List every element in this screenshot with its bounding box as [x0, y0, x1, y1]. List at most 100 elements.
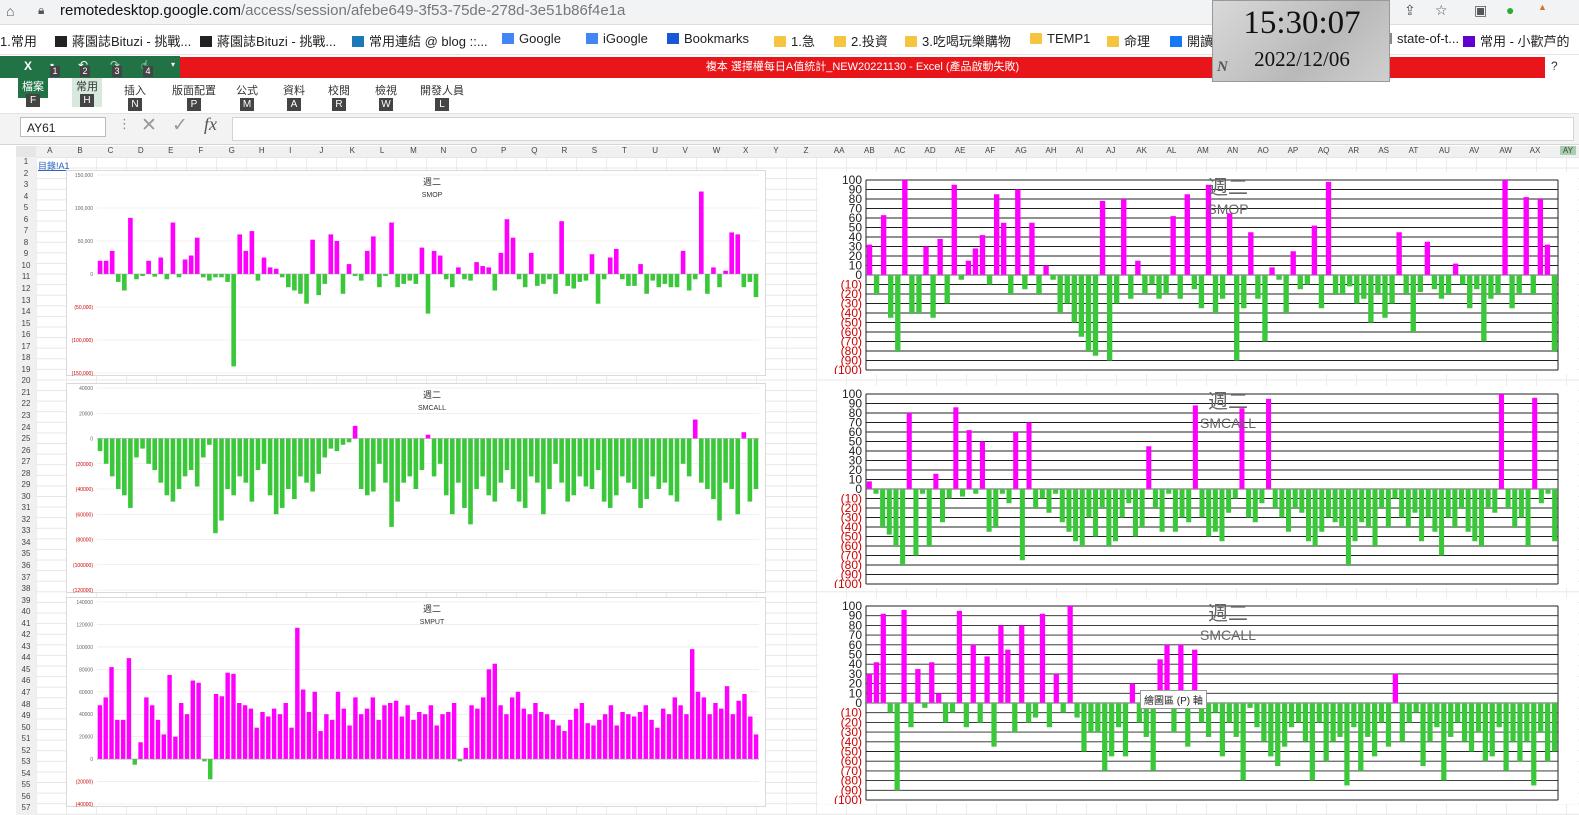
column-header[interactable]: AR [1348, 146, 1359, 155]
row-header[interactable]: 5 [16, 203, 36, 212]
row-header[interactable]: 22 [16, 399, 36, 408]
column-header[interactable]: S [592, 146, 597, 155]
chart-4[interactable]: 100 90 80 70 60 50 40 30 20 10 0 (10) (20) (30) (40) (5… [818, 172, 1578, 374]
column-header[interactable]: AO [1257, 146, 1269, 155]
bookmark-item[interactable]: 常用 - 小歡芦的 [1463, 31, 1570, 50]
row-header[interactable]: 45 [16, 665, 36, 674]
column-header[interactable]: L [380, 146, 384, 155]
column-header[interactable]: C [108, 146, 114, 155]
column-header[interactable]: AD [925, 146, 936, 155]
row-header[interactable]: 2 [16, 169, 36, 178]
column-header[interactable]: H [259, 146, 265, 155]
row-header[interactable]: 13 [16, 296, 36, 305]
row-header[interactable]: 21 [16, 388, 36, 397]
column-header[interactable]: T [622, 146, 627, 155]
chart-2[interactable]: 40000 20000 0 (20000) (40000) (60000) (80000) (… [66, 383, 766, 594]
ribbon-tab[interactable]: 校閱 R [328, 82, 350, 111]
share-icon[interactable]: ⇪ [1404, 2, 1416, 19]
column-header[interactable]: Q [531, 146, 537, 155]
column-header[interactable]: W [713, 146, 721, 155]
row-header[interactable]: 31 [16, 503, 36, 512]
column-header[interactable]: U [652, 146, 658, 155]
row-header[interactable]: 7 [16, 226, 36, 235]
row-header[interactable]: 9 [16, 249, 36, 258]
column-header[interactable]: Z [804, 146, 809, 155]
chart-3[interactable]: 140000 120000 100000 80000 60000 40000 20000 0 (… [66, 597, 766, 808]
column-header[interactable]: AB [864, 146, 875, 155]
row-header[interactable]: 50 [16, 723, 36, 732]
row-header[interactable]: 38 [16, 584, 36, 593]
lock-icon[interactable]: 🔒︎ [38, 3, 44, 18]
row-header[interactable]: 32 [16, 515, 36, 524]
row-header[interactable]: 35 [16, 549, 36, 558]
home-icon[interactable]: ⌂ [6, 3, 14, 19]
column-header[interactable]: AG [1015, 146, 1027, 155]
column-header[interactable]: AW [1499, 146, 1512, 155]
column-header[interactable]: F [198, 146, 203, 155]
row-header[interactable]: 28 [16, 469, 36, 478]
bookmark-item[interactable]: 命理 [1107, 31, 1150, 50]
bookmark-item[interactable]: 2.投資 [834, 31, 888, 50]
formula-input[interactable] [232, 117, 1574, 141]
column-header[interactable]: AU [1439, 146, 1450, 155]
row-header[interactable]: 43 [16, 642, 36, 651]
help-icon[interactable]: ? [1551, 59, 1558, 73]
row-header[interactable]: 56 [16, 792, 36, 801]
column-header[interactable]: M [410, 146, 417, 155]
column-header[interactable]: AL [1167, 146, 1177, 155]
column-header[interactable]: AE [955, 146, 966, 155]
row-header[interactable]: 3 [16, 180, 36, 189]
row-header[interactable]: 42 [16, 630, 36, 639]
column-header[interactable]: Y [773, 146, 778, 155]
column-header[interactable]: AJ [1106, 146, 1115, 155]
close-icon[interactable]: ✕ [141, 114, 157, 137]
row-header[interactable]: 34 [16, 538, 36, 547]
bookmark-item[interactable]: 1.急 [774, 31, 815, 50]
bookmark-item[interactable]: TEMP1 [1030, 31, 1090, 46]
row-header[interactable]: 57 [16, 803, 36, 812]
column-header[interactable]: AY [1559, 146, 1576, 155]
ribbon-tab[interactable]: 常用 H [72, 78, 102, 107]
name-box[interactable]: AY61 [20, 117, 106, 137]
select-all-corner[interactable] [16, 146, 36, 157]
row-header[interactable]: 41 [16, 619, 36, 628]
bookmark-item[interactable]: 蔣園誌Bituzi - 挑戰... [55, 31, 191, 50]
row-header[interactable]: 6 [16, 215, 36, 224]
cell-a1-link[interactable]: 目錄!A1 [38, 159, 70, 172]
ribbon-tab[interactable]: 版面配置 P [172, 82, 216, 111]
row-header[interactable]: 51 [16, 734, 36, 743]
column-header[interactable]: G [229, 146, 235, 155]
row-header[interactable]: 52 [16, 746, 36, 755]
column-header[interactable]: AM [1197, 146, 1209, 155]
smart-icon[interactable]: ▲ [1538, 2, 1547, 12]
column-header[interactable]: I [289, 146, 291, 155]
column-header[interactable]: R [561, 146, 567, 155]
column-header[interactable]: AK [1136, 146, 1147, 155]
row-header[interactable]: 40 [16, 607, 36, 616]
chart-1[interactable]: 150,000 100,000 50,000 0 (50,000) (100,000) (1… [66, 170, 766, 377]
ribbon-tab[interactable]: 開發人員 L [420, 82, 464, 111]
column-header[interactable]: X [743, 146, 748, 155]
url-text[interactable]: remotedesktop.google.com/access/session/… [60, 2, 625, 19]
row-header[interactable]: 19 [16, 365, 36, 374]
column-header[interactable]: B [77, 146, 82, 155]
column-header[interactable]: O [471, 146, 477, 155]
bookmark-item[interactable]: 3.吃喝玩樂購物 [905, 31, 1011, 50]
column-header[interactable]: P [501, 146, 506, 155]
row-header[interactable]: 36 [16, 561, 36, 570]
column-header[interactable]: AT [1409, 146, 1419, 155]
row-header[interactable]: 54 [16, 769, 36, 778]
row-header[interactable]: 27 [16, 457, 36, 466]
star-icon[interactable]: ☆ [1435, 2, 1448, 19]
row-header[interactable]: 25 [16, 434, 36, 443]
ribbon-tab[interactable]: 檔案 F [18, 78, 48, 107]
column-header[interactable]: AI [1076, 146, 1084, 155]
column-header[interactable]: D [138, 146, 144, 155]
row-header[interactable]: 10 [16, 261, 36, 270]
column-header[interactable]: AP [1288, 146, 1299, 155]
bookmark-item[interactable]: state-of-t... [1380, 31, 1459, 46]
bookmark-item[interactable]: Bookmarks [667, 31, 749, 46]
row-header[interactable]: 11 [16, 272, 36, 281]
column-header[interactable]: AN [1227, 146, 1238, 155]
column-header[interactable]: AQ [1318, 146, 1330, 155]
